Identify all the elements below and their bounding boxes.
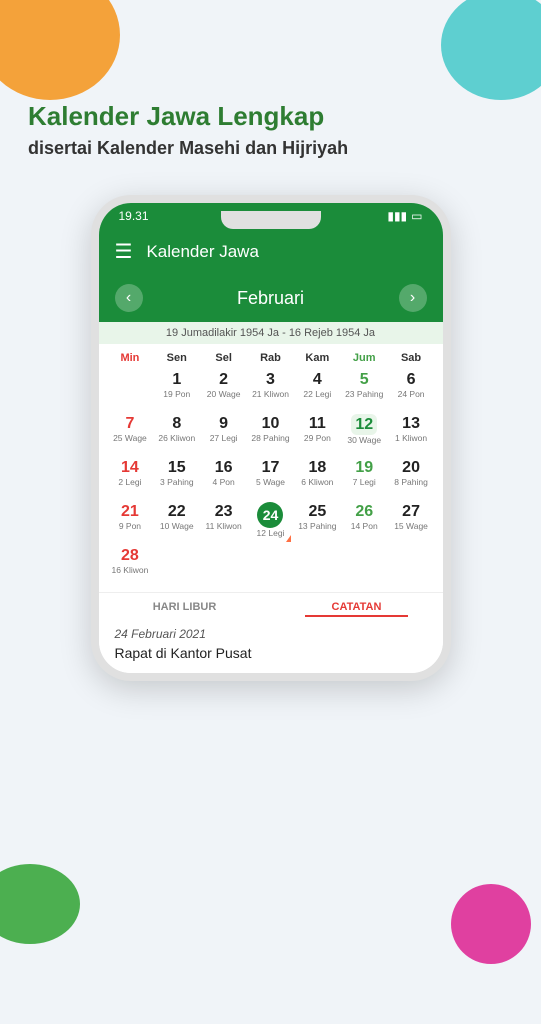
table-row[interactable]: 422 Legi [294, 368, 341, 412]
note-section: 24 Februari 2021 Rapat di Kantor Pusat [99, 617, 443, 673]
signal-icon: ▮▮▮ [387, 209, 407, 223]
table-row [153, 544, 200, 588]
day-header-sen: Sen [153, 350, 200, 366]
table-row[interactable]: 2311 Kliwon [200, 500, 247, 544]
battery-icon: ▭ [411, 209, 422, 223]
table-row[interactable]: 153 Pahing [153, 456, 200, 500]
table-row[interactable]: 2210 Wage [153, 500, 200, 544]
phone-notch [221, 211, 321, 229]
calendar-header: ‹ Februari › [99, 274, 443, 322]
table-row[interactable]: 175 Wage [247, 456, 294, 500]
hijri-subtitle: 19 Jumadilakir 1954 Ja - 16 Rejeb 1954 J… [99, 322, 443, 344]
next-month-button[interactable]: › [399, 284, 427, 312]
table-row[interactable]: 219 Pon [107, 500, 154, 544]
header-line2-bold1: Masehi [179, 138, 240, 158]
calendar-week-1: 119 Pon220 Wage321 Kliwon422 Legi523 Pah… [107, 368, 435, 412]
table-row[interactable]: 2614 Pon [341, 500, 388, 544]
table-row[interactable]: 197 Legi [341, 456, 388, 500]
day-header-sel: Sel [200, 350, 247, 366]
note-date: 24 Februari 2021 [115, 627, 427, 641]
day-header-rab: Rab [247, 350, 294, 366]
table-row[interactable]: 2412 Legi [247, 500, 294, 544]
table-row [341, 544, 388, 588]
table-row[interactable]: 1230 Wage [341, 412, 388, 456]
table-row[interactable]: 186 Kliwon [294, 456, 341, 500]
day-header-sab: Sab [388, 350, 435, 366]
table-row[interactable]: 725 Wage [107, 412, 154, 456]
header-line2-normal: disertai Kalender [28, 138, 179, 158]
hamburger-icon[interactable]: ☰ [115, 239, 133, 264]
day-header-jum: Jum [341, 350, 388, 366]
table-row [388, 544, 435, 588]
table-row[interactable]: 164 Pon [200, 456, 247, 500]
month-title: Februari [237, 288, 304, 309]
blob-pink [451, 884, 531, 964]
calendar-week-4: 219 Pon2210 Wage2311 Kliwon2412 Legi2513… [107, 500, 435, 544]
table-row[interactable]: 208 Pahing [388, 456, 435, 500]
table-row[interactable]: 2715 Wage [388, 500, 435, 544]
header-line1-normal: Kalender [28, 101, 147, 131]
blob-orange [0, 0, 120, 100]
note-text: Rapat di Kantor Pusat [115, 645, 427, 661]
app-bar: ☰ Kalender Jawa [99, 229, 443, 274]
day-headers: Min Sen Sel Rab Kam Jum Sab [107, 344, 435, 366]
blob-teal [441, 0, 541, 100]
status-time: 19.31 [119, 209, 149, 223]
table-row[interactable]: 927 Legi [200, 412, 247, 456]
triangle-marker [286, 535, 291, 542]
calendar-week-5: 2816 Kliwon [107, 544, 435, 588]
header-line2-bold2: Hijriyah [282, 138, 348, 158]
header-text: Kalender Jawa Lengkap disertai Kalender … [28, 100, 513, 159]
table-row [200, 544, 247, 588]
status-icons: ▮▮▮ ▭ [387, 209, 422, 223]
day-header-sun: Min [107, 350, 154, 366]
table-row[interactable]: 142 Legi [107, 456, 154, 500]
app-bar-title: Kalender Jawa [146, 242, 258, 262]
table-row[interactable]: 624 Pon [388, 368, 435, 412]
calendar-grid: Min Sen Sel Rab Kam Jum Sab 119 Pon220 W… [99, 344, 443, 592]
table-row[interactable]: 119 Pon [153, 368, 200, 412]
table-row[interactable]: 1028 Pahing [247, 412, 294, 456]
table-row[interactable]: 2513 Pahing [294, 500, 341, 544]
table-row[interactable]: 826 Kliwon [153, 412, 200, 456]
table-row [294, 544, 341, 588]
table-row [247, 544, 294, 588]
day-header-kam: Kam [294, 350, 341, 366]
bottom-tabs: HARI LIBUR CATATAN [99, 592, 443, 617]
calendar-weeks: 119 Pon220 Wage321 Kliwon422 Legi523 Pah… [107, 368, 435, 588]
calendar-week-2: 725 Wage826 Kliwon927 Legi1028 Pahing112… [107, 412, 435, 456]
calendar-week-3: 142 Legi153 Pahing164 Pon175 Wage186 Kli… [107, 456, 435, 500]
table-row [107, 368, 154, 412]
phone-mockup: 19.31 ▮▮▮ ▭ ☰ Kalender Jawa ‹ Februari ›… [91, 195, 451, 681]
table-row[interactable]: 131 Kliwon [388, 412, 435, 456]
table-row[interactable]: 1129 Pon [294, 412, 341, 456]
table-row[interactable]: 523 Pahing [341, 368, 388, 412]
tab-catatan[interactable]: CATATAN [271, 593, 443, 617]
blob-green [0, 864, 80, 944]
prev-month-button[interactable]: ‹ [115, 284, 143, 312]
header-line1-bold: Jawa Lengkap [147, 101, 325, 131]
table-row[interactable]: 2816 Kliwon [107, 544, 154, 588]
tab-hari-libur[interactable]: HARI LIBUR [99, 593, 271, 617]
header-line2-normal2: dan [240, 138, 282, 158]
table-row[interactable]: 220 Wage [200, 368, 247, 412]
table-row[interactable]: 321 Kliwon [247, 368, 294, 412]
